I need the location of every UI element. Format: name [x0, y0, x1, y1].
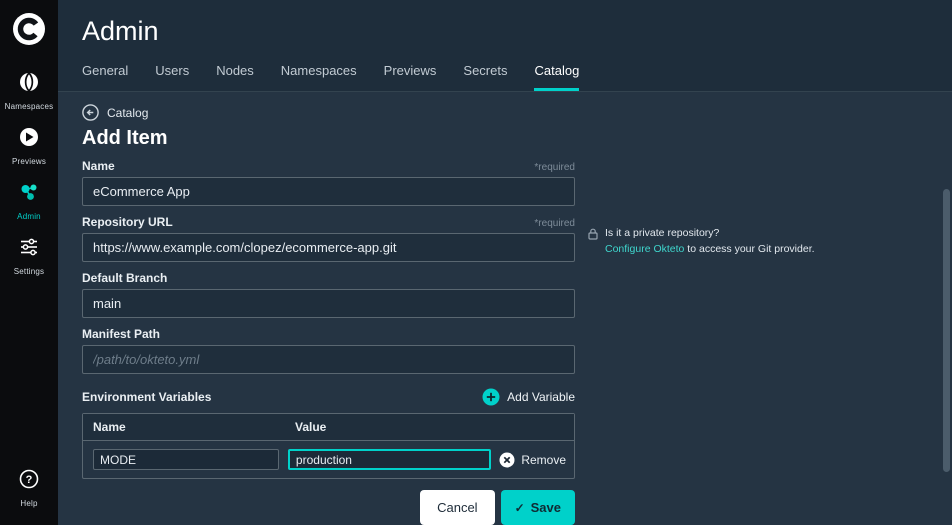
- add-variable-label: Add Variable: [507, 390, 575, 404]
- sidebar-item-label: Admin: [17, 212, 41, 221]
- field-repository-url: Repository URL *required: [82, 215, 575, 262]
- admin-header: Admin General Users Nodes Namespaces Pre…: [58, 0, 952, 92]
- sidebar: Namespaces Previews Admin Settings ? Hel…: [0, 0, 58, 524]
- repository-url-input[interactable]: [82, 233, 575, 262]
- add-item-form: Name *required Repository URL *required …: [82, 159, 575, 525]
- environment-variables-label: Environment Variables: [82, 390, 212, 404]
- breadcrumb-label: Catalog: [107, 105, 149, 120]
- previews-icon: [18, 126, 40, 153]
- sidebar-item-settings[interactable]: Settings: [0, 236, 58, 276]
- name-label: Name: [82, 159, 115, 173]
- catalog-content: Catalog Add Item Name *required Reposito…: [58, 92, 952, 525]
- sidebar-item-label: Namespaces: [4, 102, 54, 111]
- sidebar-item-previews[interactable]: Previews: [0, 126, 58, 166]
- field-manifest-path: Manifest Path: [82, 327, 575, 374]
- app-window: Namespaces Previews Admin Settings ? Hel…: [0, 0, 952, 525]
- admin-icon: [18, 181, 40, 208]
- field-default-branch: Default Branch: [82, 271, 575, 318]
- default-branch-label: Default Branch: [82, 271, 168, 285]
- environment-variables-header: Environment Variables Add Variable: [82, 388, 575, 406]
- tab-catalog[interactable]: Catalog: [534, 63, 580, 91]
- save-button-label: Save: [530, 500, 561, 515]
- cancel-button[interactable]: Cancel: [420, 490, 495, 525]
- tab-secrets[interactable]: Secrets: [463, 63, 507, 91]
- add-variable-button[interactable]: Add Variable: [482, 388, 575, 406]
- table-header-row: Name Value: [83, 414, 574, 441]
- okteto-logo-icon[interactable]: [12, 12, 46, 46]
- page-title: Admin: [82, 16, 159, 46]
- sidebar-item-namespaces[interactable]: Namespaces: [0, 71, 58, 111]
- table-row: Remove: [83, 441, 574, 478]
- namespaces-icon: [18, 71, 40, 98]
- tab-previews[interactable]: Previews: [384, 63, 437, 91]
- name-required-badge: *required: [534, 162, 575, 173]
- private-repo-note: Is it a private repository? Configure Ok…: [588, 225, 818, 258]
- column-header-value: Value: [295, 420, 327, 434]
- sidebar-item-label: Previews: [11, 157, 47, 166]
- form-title: Add Item: [82, 127, 168, 149]
- note-line2: to access your Git provider.: [684, 243, 815, 256]
- svg-text:?: ?: [26, 474, 33, 486]
- tab-users[interactable]: Users: [155, 63, 189, 91]
- save-button[interactable]: ✓ Save: [500, 490, 575, 525]
- default-branch-input[interactable]: [82, 289, 575, 318]
- field-name: Name *required: [82, 159, 575, 206]
- plus-icon: [482, 388, 500, 406]
- help-icon: ?: [18, 468, 40, 495]
- settings-icon: [18, 236, 40, 263]
- lock-icon: [588, 227, 598, 245]
- remove-x-icon: [499, 452, 515, 467]
- admin-tabs: General Users Nodes Namespaces Previews …: [82, 63, 952, 91]
- tab-namespaces[interactable]: Namespaces: [281, 63, 357, 91]
- configure-okteto-link[interactable]: Configure Okteto: [605, 243, 684, 255]
- check-icon: ✓: [514, 500, 525, 515]
- breadcrumb: Catalog: [82, 104, 952, 121]
- scrollbar[interactable]: [943, 189, 950, 472]
- name-input[interactable]: [82, 177, 575, 206]
- column-header-name: Name: [93, 420, 126, 434]
- sidebar-item-label: Help: [20, 499, 38, 508]
- tab-nodes[interactable]: Nodes: [216, 63, 254, 91]
- variable-value-input[interactable]: [287, 449, 492, 470]
- remove-variable-label: Remove: [521, 452, 566, 467]
- sidebar-item-admin[interactable]: Admin: [0, 181, 58, 221]
- repository-required-badge: *required: [534, 218, 575, 229]
- environment-variables-table: Name Value Remove: [82, 413, 575, 479]
- tab-general[interactable]: General: [82, 63, 128, 91]
- remove-variable-button[interactable]: Remove: [499, 452, 566, 468]
- variable-name-input[interactable]: [93, 449, 279, 470]
- repository-url-label: Repository URL: [82, 215, 173, 229]
- sidebar-item-help[interactable]: ? Help: [0, 468, 58, 508]
- sidebar-item-label: Settings: [13, 267, 45, 276]
- manifest-path-label: Manifest Path: [82, 327, 161, 341]
- manifest-path-input[interactable]: [82, 345, 575, 374]
- form-actions: Cancel ✓ Save: [82, 490, 575, 525]
- note-line1: Is it a private repository?: [605, 227, 720, 239]
- back-button[interactable]: [82, 104, 99, 121]
- main-panel: Admin General Users Nodes Namespaces Pre…: [58, 0, 952, 525]
